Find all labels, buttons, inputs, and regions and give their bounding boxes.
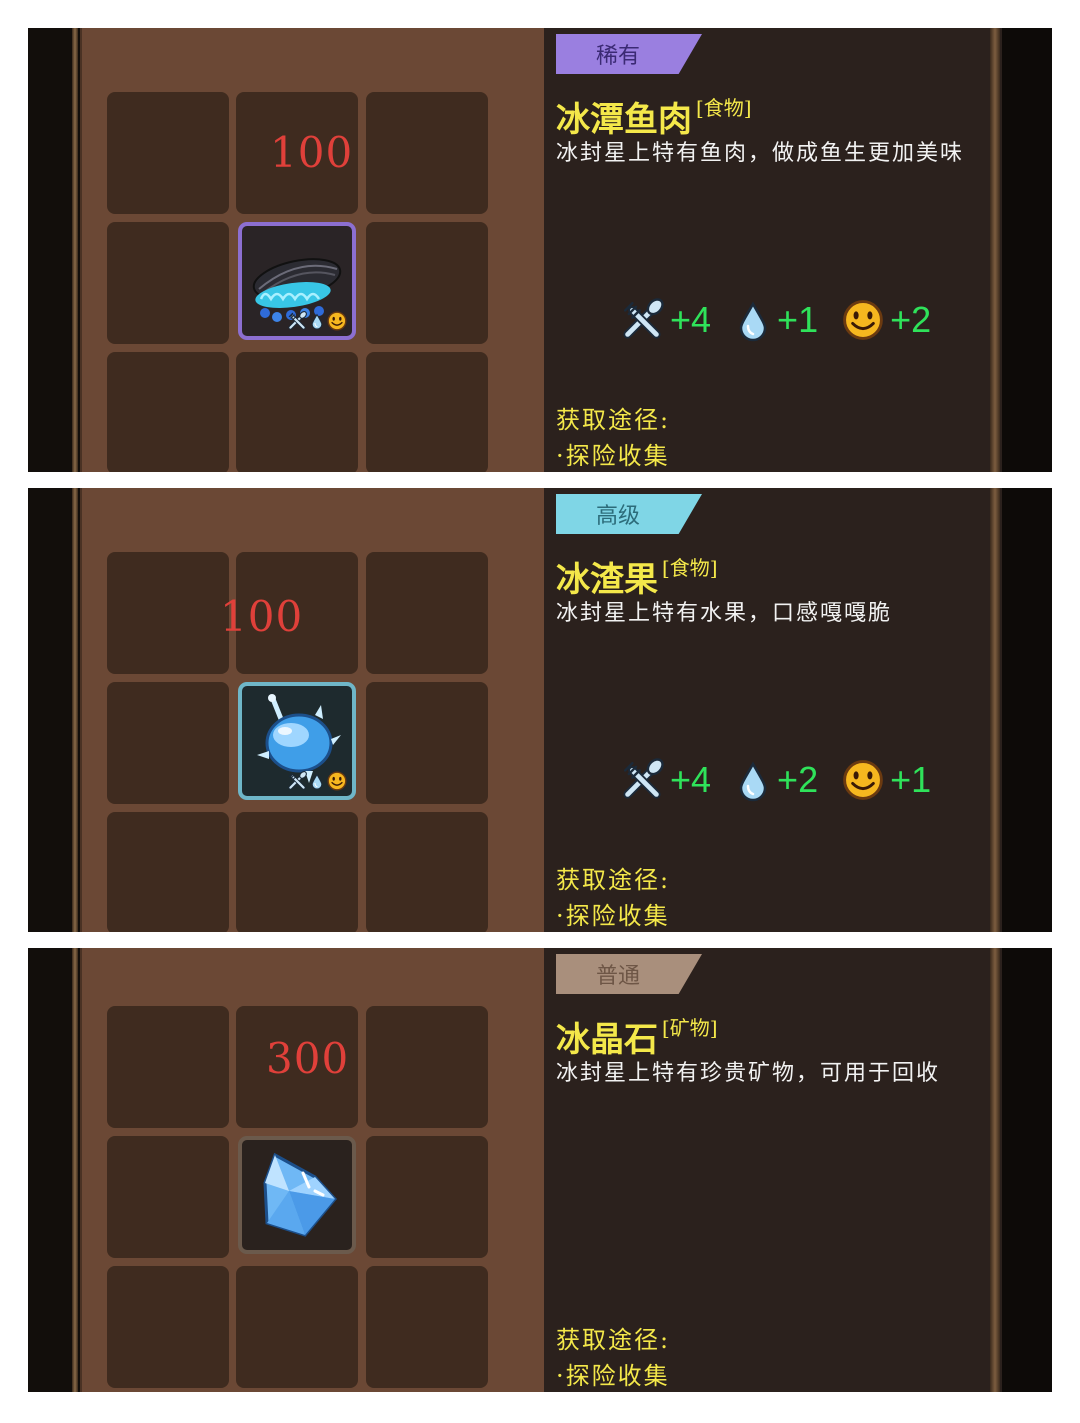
frame-border [990, 948, 1000, 1392]
source-item: ·探险收集 [556, 1362, 670, 1390]
frame-border [990, 488, 1000, 932]
source-title: 获取途径: [556, 406, 671, 434]
source-title: 获取途径: [556, 1326, 671, 1354]
hunger-icon [618, 756, 666, 804]
item-description: 冰封星上特有鱼肉，做成鱼生更加美味 [556, 141, 965, 166]
inventory-cell[interactable] [366, 222, 488, 344]
inventory-cell[interactable] [236, 812, 358, 932]
ice-crystal-icon [263, 1152, 337, 1237]
item-name: 冰渣果 [食物] [556, 552, 718, 601]
water-icon [733, 296, 773, 344]
stat-water: +2 [733, 756, 818, 804]
item-type: [食物] [662, 556, 718, 580]
item-name: 冰潭鱼肉 [食物] [556, 92, 752, 141]
frame-edge [1002, 948, 1052, 1392]
frame-border [72, 488, 78, 932]
stat-mood-value: +1 [890, 759, 932, 800]
stat-hunger-value: +4 [670, 759, 712, 800]
inventory-cell[interactable] [107, 682, 229, 804]
inventory-cell[interactable] [366, 1266, 488, 1388]
mood-icon [840, 757, 886, 803]
rarity-badge: 稀有 [556, 34, 702, 74]
inventory-cell[interactable] [236, 1266, 358, 1388]
item-details: 普通 冰晶石 [矿物] 冰封星上特有珍贵矿物，可用于回收 获取途径: ·探险收集 [544, 948, 1014, 1392]
inventory-cell[interactable] [366, 1006, 488, 1128]
inventory-cell[interactable] [366, 352, 488, 472]
item-panel-fruit: 100 高级 冰渣果 [食物] 冰封星上特有水果，口感嘎嘎脆 +4 +2 +1 … [28, 488, 1052, 932]
stat-water-value: +2 [777, 759, 819, 800]
frame-border [72, 28, 78, 472]
item-type: [矿物] [662, 1016, 718, 1040]
frame-edge [1002, 28, 1052, 472]
mood-icon [326, 770, 348, 792]
item-stats: +4 +2 +1 [618, 756, 953, 804]
inventory-cell[interactable] [107, 222, 229, 344]
inventory-cell[interactable] [107, 352, 229, 472]
item-panel-fish: 100 稀有 冰潭鱼肉 [食物] 冰封星上特有鱼肉，做成鱼生更加美味 +4 +1… [28, 28, 1052, 472]
source-item: ·探险收集 [556, 902, 670, 930]
stat-mood-value: +2 [890, 299, 932, 340]
inventory-cell[interactable] [107, 1136, 229, 1258]
item-name: 冰晶石 [矿物] [556, 1012, 718, 1061]
item-details: 稀有 冰潭鱼肉 [食物] 冰封星上特有鱼肉，做成鱼生更加美味 +4 +1 +2 获… [544, 28, 1014, 472]
frame-border [990, 28, 1000, 472]
stat-hunger: +4 [618, 756, 711, 804]
stat-mood: +2 [840, 297, 931, 343]
item-count: 100 [270, 128, 354, 177]
item-name-text: 冰晶石 [556, 1020, 658, 1060]
frame-border [72, 948, 78, 1392]
selected-item-slot[interactable] [238, 1136, 356, 1254]
water-icon [733, 756, 773, 804]
item-panel-crystal: 300 普通 冰晶石 [矿物] 冰封星上特有珍贵矿物，可用于回收 获取途径: ·探… [28, 948, 1052, 1392]
source-item: ·探险收集 [556, 442, 670, 470]
item-description: 冰封星上特有水果，口感嘎嘎脆 [556, 601, 893, 626]
item-name-text: 冰渣果 [556, 560, 658, 600]
inventory-cell[interactable] [107, 812, 229, 932]
inventory-cell[interactable] [107, 552, 229, 674]
rarity-badge: 高级 [556, 494, 702, 534]
item-description: 冰封星上特有珍贵矿物，可用于回收 [556, 1061, 941, 1086]
frame-edge [1002, 488, 1052, 932]
item-name-text: 冰潭鱼肉 [556, 100, 692, 140]
inventory-cell[interactable] [366, 1136, 488, 1258]
selected-item-slot[interactable] [238, 222, 356, 340]
inventory-cell[interactable] [366, 682, 488, 804]
stat-water-value: +1 [777, 299, 819, 340]
mood-icon [840, 297, 886, 343]
item-details: 高级 冰渣果 [食物] 冰封星上特有水果，口感嘎嘎脆 +4 +2 +1 获取途径:… [544, 488, 1014, 932]
item-count: 300 [266, 1034, 350, 1083]
item-type: [食物] [696, 96, 752, 120]
stat-hunger-value: +4 [670, 299, 712, 340]
item-count: 100 [220, 592, 304, 641]
hunger-icon [286, 770, 308, 792]
inventory-cell[interactable] [366, 92, 488, 214]
rarity-badge: 普通 [556, 954, 702, 994]
inventory-cell[interactable] [366, 812, 488, 932]
water-icon [309, 770, 325, 792]
stat-mood: +1 [840, 757, 931, 803]
selected-item-slot[interactable] [238, 682, 356, 800]
mood-icon [326, 310, 348, 332]
hunger-icon [286, 310, 308, 332]
stat-water: +1 [733, 296, 818, 344]
inventory-cell[interactable] [236, 352, 358, 472]
inventory-cell[interactable] [107, 92, 229, 214]
inventory-cell[interactable] [366, 552, 488, 674]
item-stats: +4 +1 +2 [618, 296, 953, 344]
stat-hunger: +4 [618, 296, 711, 344]
inventory-cell[interactable] [107, 1266, 229, 1388]
inventory-cell[interactable] [107, 1006, 229, 1128]
source-title: 获取途径: [556, 866, 671, 894]
water-icon [309, 310, 325, 332]
hunger-icon [618, 296, 666, 344]
